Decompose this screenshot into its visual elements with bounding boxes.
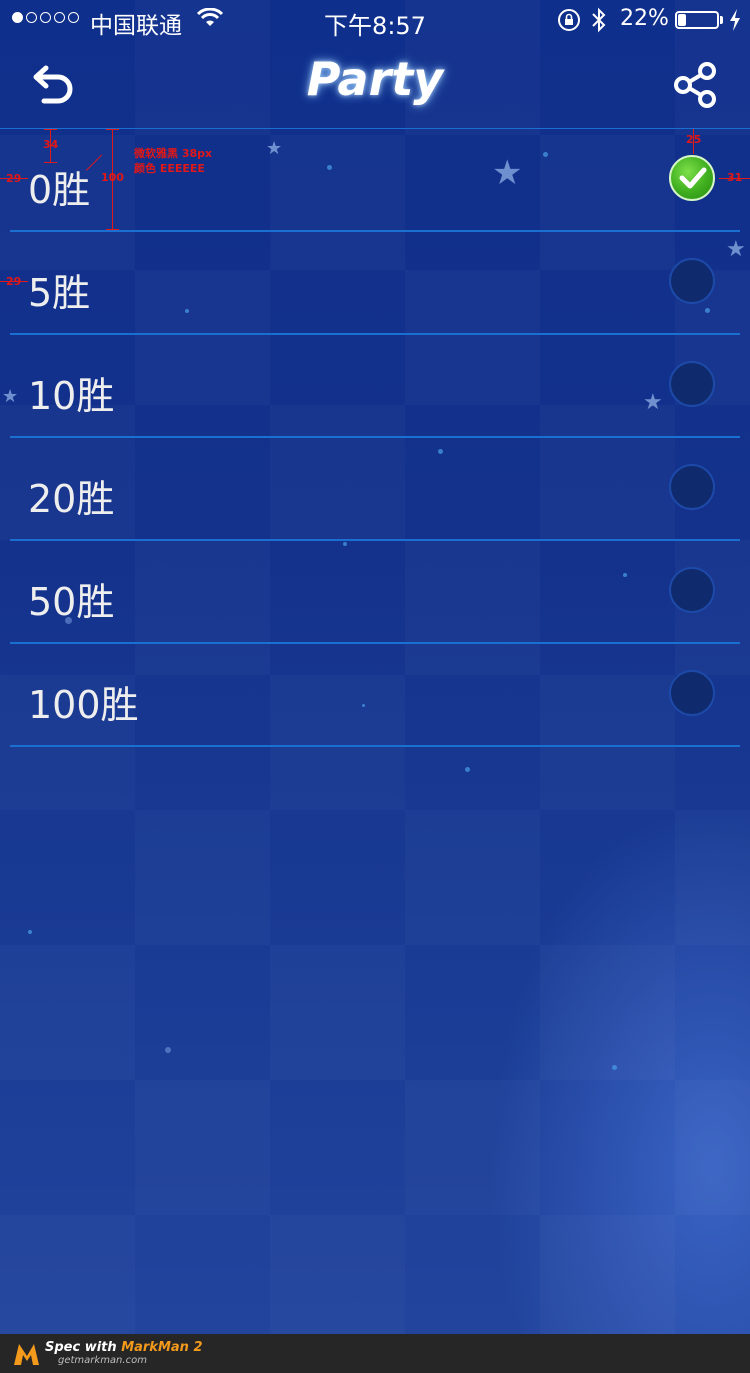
unchecked-radio-icon[interactable] [669,464,715,510]
checkmark-icon [679,167,707,189]
option-label: 10胜 [28,374,115,418]
battery-percentage: 22% [620,6,669,31]
option-row[interactable]: 20胜 [10,438,740,541]
unchecked-radio-icon[interactable] [669,361,715,407]
spec-label-left-gap-row2: 29 [6,275,22,288]
option-label: 100胜 [28,683,139,727]
option-label: 20胜 [28,477,115,521]
option-row[interactable]: 10胜 [10,335,740,438]
markman-footer: Spec with MarkMan 2 getmarkman.com [0,1334,750,1373]
unchecked-radio-icon[interactable] [669,567,715,613]
nav-header: Party [0,40,750,129]
footer-url[interactable]: getmarkman.com [58,1355,147,1366]
win-count-option-list: 0胜 5胜 10胜 20胜 50胜 100胜 [10,129,740,747]
option-label: 0胜 [28,168,91,212]
spec-label-left-gap: 29 [6,172,22,185]
rotation-lock-icon [558,9,580,31]
charging-bolt-icon [730,9,740,31]
markman-logo-icon [14,1344,39,1365]
spec-label-top-gap: 34 [43,138,59,151]
sparkle-dot [465,767,470,772]
battery-icon [675,11,719,29]
spec-font-note: 微软雅黑 38px [134,147,213,160]
sparkle-dot [28,930,32,934]
share-icon[interactable] [672,62,718,108]
battery-tip [720,16,723,24]
spec-dimension-line [44,129,57,130]
bluetooth-icon [592,7,606,33]
sparkle-dot [612,1065,617,1070]
option-row[interactable]: 50胜 [10,541,740,644]
sparkle-dot [165,1047,171,1053]
spec-label-check-top: 25 [686,133,702,146]
option-label: 5胜 [28,271,91,315]
option-row[interactable]: 100胜 [10,644,740,747]
spec-dimension-line [106,129,119,130]
spec-dimension-line [106,229,119,230]
page-title: Party [306,52,444,106]
option-row[interactable]: 5胜 [10,232,740,335]
unchecked-radio-icon[interactable] [669,258,715,304]
spec-dimension-line [44,162,57,163]
spec-label-row-height: 100 [101,171,124,184]
spec-color-note: 颜色 EEEEEE [134,162,205,175]
unchecked-radio-icon[interactable] [669,670,715,716]
footer-brand-prefix: Spec with [45,1340,122,1355]
checked-radio-icon[interactable] [669,155,715,201]
option-label: 50胜 [28,580,115,624]
footer-brand-name: MarkMan 2 [121,1340,203,1355]
spec-label-check-right: 31 [727,171,743,184]
footer-brand: Spec with MarkMan 2 [45,1340,203,1355]
status-bar: 中国联通 下午8:57 22% [0,0,750,40]
